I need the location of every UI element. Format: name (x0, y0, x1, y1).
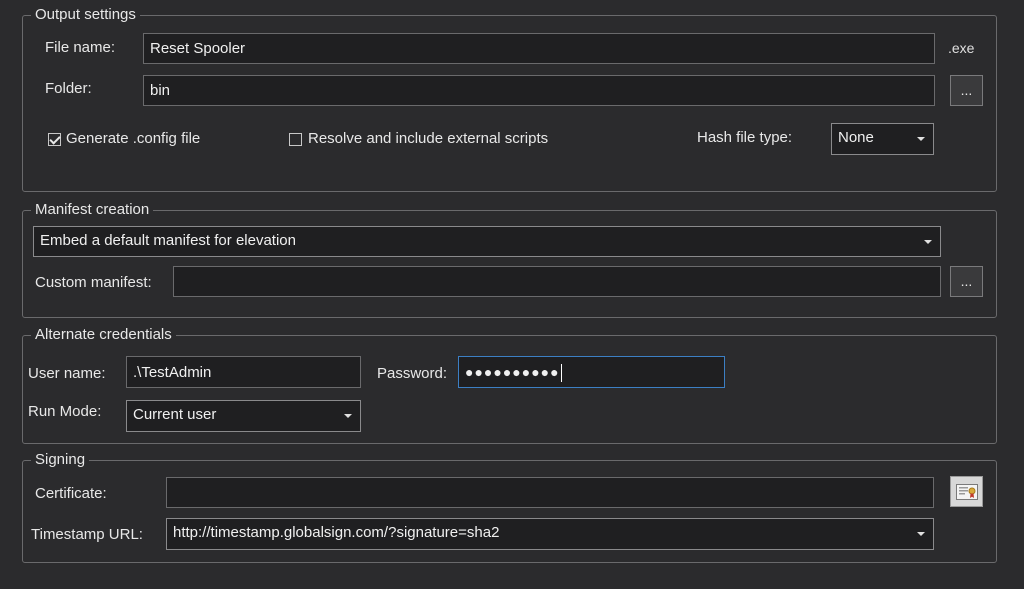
folder-input[interactable] (143, 75, 935, 106)
run-mode-select[interactable]: Current user (126, 400, 361, 432)
password-label: Password: (377, 365, 448, 382)
certificate-icon (956, 484, 978, 500)
chevron-down-icon (344, 414, 352, 418)
user-name-label: User name: (28, 365, 106, 382)
chevron-down-icon (917, 137, 925, 141)
custom-manifest-label: Custom manifest: (35, 274, 152, 291)
folder-browse-button[interactable]: ... (950, 75, 983, 106)
resolve-scripts-label: Resolve and include external scripts (308, 130, 549, 147)
timestamp-url-select[interactable]: http://timestamp.globalsign.com/?signatu… (166, 518, 934, 550)
custom-manifest-input[interactable] (173, 266, 941, 297)
folder-label: Folder: (45, 80, 92, 97)
timestamp-url-value: http://timestamp.globalsign.com/?signatu… (173, 524, 500, 541)
certificate-label: Certificate: (35, 485, 107, 502)
resolve-scripts-checkbox[interactable] (289, 133, 302, 146)
generate-config-checkbox[interactable] (48, 133, 61, 146)
certificate-picker-button[interactable] (950, 476, 983, 507)
password-value: ●●●●●●●●●● (465, 364, 560, 380)
file-extension-label: .exe (948, 40, 975, 56)
manifest-mode-select[interactable]: Embed a default manifest for elevation (33, 226, 941, 257)
password-input[interactable]: ●●●●●●●●●● (458, 356, 725, 388)
certificate-input[interactable] (166, 477, 934, 508)
user-name-input[interactable] (126, 356, 361, 388)
generate-config-label: Generate .config file (66, 130, 201, 147)
hash-file-type-select[interactable]: None (831, 123, 934, 155)
file-name-input[interactable] (143, 33, 935, 64)
custom-manifest-browse-button[interactable]: ... (950, 266, 983, 297)
file-name-label: File name: (45, 39, 116, 56)
hash-file-type-label: Hash file type: (697, 129, 793, 146)
signing-legend: Signing (31, 450, 90, 470)
run-mode-label: Run Mode: (28, 403, 102, 420)
timestamp-url-label: Timestamp URL: (31, 526, 143, 543)
manifest-mode-value: Embed a default manifest for elevation (40, 232, 296, 249)
manifest-creation-legend: Manifest creation (31, 200, 154, 220)
chevron-down-icon (924, 239, 932, 244)
text-caret (560, 364, 562, 383)
hash-file-type-value: None (838, 129, 874, 146)
chevron-down-icon (917, 532, 925, 536)
run-mode-value: Current user (133, 406, 217, 423)
alternate-credentials-legend: Alternate credentials (31, 325, 176, 345)
output-settings-legend: Output settings (31, 5, 140, 25)
